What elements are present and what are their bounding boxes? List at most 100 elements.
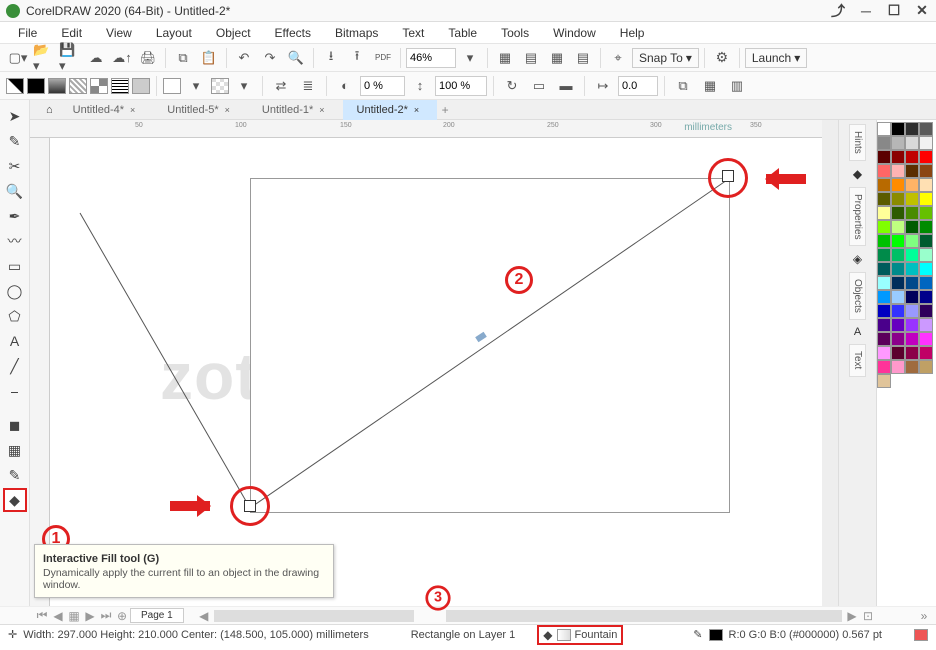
palette-swatch[interactable]	[891, 206, 905, 220]
palette-swatch[interactable]	[905, 206, 919, 220]
arrange-icon[interactable]: ≣	[296, 75, 320, 97]
palette-swatch[interactable]	[891, 150, 905, 164]
menu-table[interactable]: Table	[438, 24, 487, 42]
two-color-icon[interactable]	[90, 78, 108, 94]
scroll-right-icon[interactable]: ▶	[844, 609, 860, 623]
next-page-icon[interactable]: ▶	[82, 609, 98, 623]
palette-swatch[interactable]	[919, 262, 933, 276]
menu-layout[interactable]: Layout	[146, 24, 202, 42]
palette-swatch[interactable]	[905, 360, 919, 374]
docker-hints[interactable]: Hints	[849, 124, 866, 161]
palette-swatch[interactable]	[891, 360, 905, 374]
docker-icon[interactable]: ◈	[853, 252, 862, 266]
docker-properties[interactable]: Properties	[849, 187, 866, 247]
color-proof-icon[interactable]	[914, 629, 928, 641]
find-icon[interactable]: 🔍	[284, 47, 308, 69]
palette-swatch[interactable]	[891, 220, 905, 234]
close-button[interactable]: ✕	[914, 2, 930, 19]
pick-tool[interactable]: ➤	[3, 104, 27, 128]
palette-swatch[interactable]	[891, 122, 905, 136]
menu-file[interactable]: File	[8, 24, 47, 42]
snap-to-dropdown[interactable]: Snap To▾	[632, 48, 699, 68]
edit-fill-icon[interactable]: ▦	[698, 75, 722, 97]
print-icon[interactable]: 🖨	[136, 47, 160, 69]
palette-swatch[interactable]	[919, 164, 933, 178]
palette-swatch[interactable]	[919, 290, 933, 304]
palette-swatch[interactable]	[891, 304, 905, 318]
palette-swatch[interactable]	[877, 276, 891, 290]
document-tab[interactable]: Untitled-4*×	[59, 100, 154, 120]
palette-swatch[interactable]	[905, 346, 919, 360]
palette-swatch[interactable]	[905, 192, 919, 206]
options-icon[interactable]: ⚙	[710, 47, 734, 69]
color1-swatch[interactable]	[163, 78, 181, 94]
open-icon[interactable]: 📂▾	[32, 47, 56, 69]
palette-swatch[interactable]	[905, 164, 919, 178]
palette-swatch[interactable]	[919, 332, 933, 346]
new-doc-icon[interactable]: ▢▾	[6, 47, 30, 69]
palette-swatch[interactable]	[919, 360, 933, 374]
document-tab[interactable]: Untitled-1*×	[248, 100, 343, 120]
palette-swatch[interactable]	[919, 304, 933, 318]
palette-swatch[interactable]	[877, 360, 891, 374]
prev-page-icon[interactable]: ◀	[50, 609, 66, 623]
zoom-tool[interactable]: 🔍	[3, 179, 27, 203]
crop-tool[interactable]: ✂	[3, 154, 27, 178]
cloud-up-icon[interactable]: ☁↑	[110, 47, 134, 69]
postscript-fill-icon[interactable]	[132, 78, 150, 94]
palette-swatch[interactable]	[877, 374, 891, 388]
skew-input[interactable]	[618, 76, 658, 96]
menu-object[interactable]: Object	[206, 24, 261, 42]
docker-text[interactable]: Text	[849, 344, 866, 376]
copy-icon[interactable]: ⧉	[171, 47, 195, 69]
navigator-icon[interactable]: ⊡	[860, 609, 876, 623]
palette-swatch[interactable]	[905, 150, 919, 164]
palette-swatch[interactable]	[919, 206, 933, 220]
redo-icon[interactable]: ↷	[258, 47, 282, 69]
shape-tool[interactable]: ✎	[3, 129, 27, 153]
accel-icon[interactable]: ◐	[333, 75, 357, 97]
vertical-scrollbar[interactable]	[822, 120, 838, 606]
document-tab[interactable]: Untitled-2*×	[343, 100, 438, 120]
eyedropper-tool[interactable]: ✎	[3, 463, 27, 487]
palette-swatch[interactable]	[877, 234, 891, 248]
pdf-icon[interactable]: PDF	[371, 47, 395, 69]
text-tool[interactable]: A	[3, 329, 27, 353]
ellipse-tool[interactable]: ◯	[3, 279, 27, 303]
no-fill-icon[interactable]	[6, 78, 24, 94]
palette-swatch[interactable]	[919, 346, 933, 360]
fullscreen-icon[interactable]: ▦	[493, 47, 517, 69]
palette-swatch[interactable]	[919, 122, 933, 136]
palette-swatch[interactable]	[919, 234, 933, 248]
add-tab-button[interactable]: +	[437, 103, 453, 117]
page-menu-icon[interactable]: ▦	[66, 609, 82, 623]
palette-swatch[interactable]	[905, 262, 919, 276]
palette-swatch[interactable]	[891, 262, 905, 276]
palette-swatch[interactable]	[877, 206, 891, 220]
palette-swatch[interactable]	[877, 248, 891, 262]
palette-swatch[interactable]	[891, 332, 905, 346]
palette-swatch[interactable]	[919, 220, 933, 234]
grid-icon[interactable]: ▦	[545, 47, 569, 69]
launch-dropdown[interactable]: Launch▾	[745, 48, 807, 68]
mirror-icon[interactable]: ↦	[591, 75, 615, 97]
first-page-icon[interactable]: ⏮	[34, 608, 50, 623]
stroke-swatch[interactable]	[709, 629, 723, 641]
page-tab[interactable]: Page 1	[130, 608, 184, 623]
palette-swatch[interactable]	[877, 164, 891, 178]
palette-swatch[interactable]	[877, 290, 891, 304]
palette-swatch[interactable]	[891, 234, 905, 248]
scroll-left-icon[interactable]: ◀	[196, 609, 212, 623]
palette-swatch[interactable]	[877, 150, 891, 164]
artistic-media-tool[interactable]: 〰	[3, 229, 27, 253]
menu-bitmaps[interactable]: Bitmaps	[325, 24, 388, 42]
docker-icon[interactable]: A	[854, 326, 861, 338]
menu-view[interactable]: View	[96, 24, 142, 42]
canvas[interactable]: 50 100 150 200 250 300 350 millimeters z…	[30, 120, 822, 606]
palette-swatch[interactable]	[919, 192, 933, 206]
palette-swatch[interactable]	[877, 136, 891, 150]
palette-swatch[interactable]	[905, 122, 919, 136]
palette-swatch[interactable]	[919, 178, 933, 192]
palette-swatch[interactable]	[891, 192, 905, 206]
pattern-fill-icon[interactable]	[69, 78, 87, 94]
